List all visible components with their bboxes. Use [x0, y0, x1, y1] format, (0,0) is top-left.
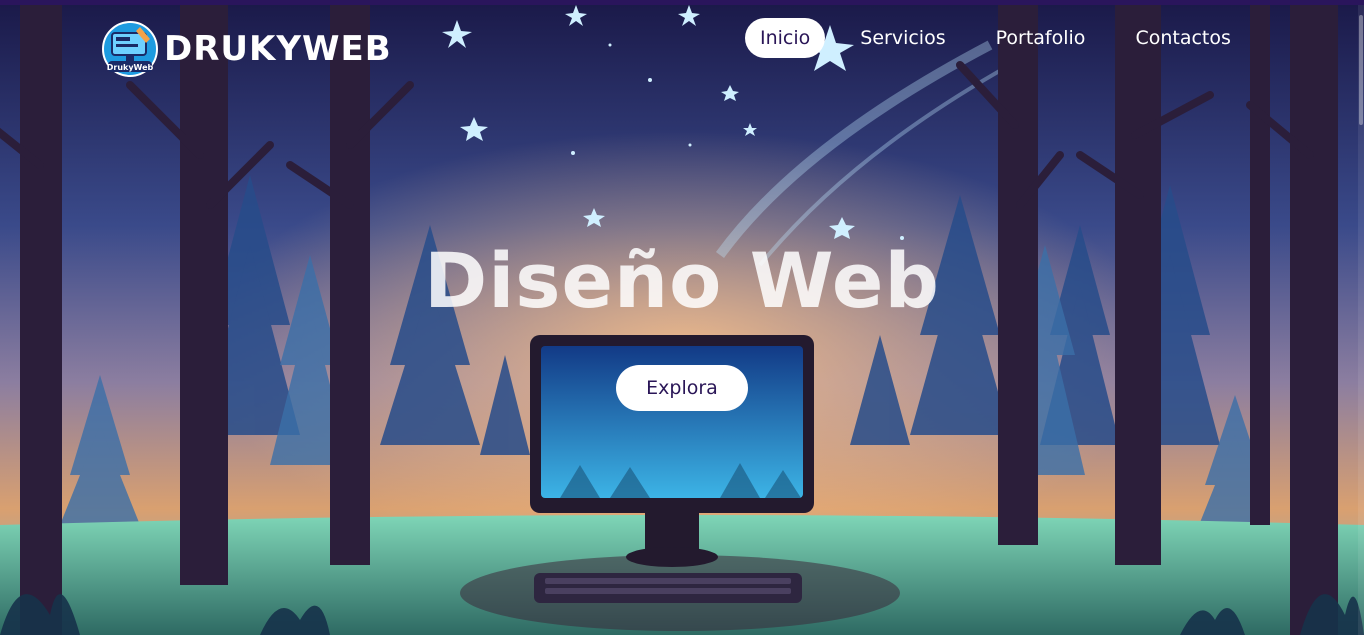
nav-item-contactos[interactable]: Contactos — [1120, 18, 1245, 58]
logo-text: DrukyWeb — [107, 63, 154, 72]
brand-name[interactable]: DRUKYWEB — [164, 29, 392, 69]
nav-item-inicio[interactable]: Inicio — [745, 18, 826, 58]
main-nav: Inicio Servicios Portafolio Contactos — [745, 18, 1246, 58]
drukyweb-logo-icon[interactable]: DrukyWeb — [100, 19, 160, 79]
nav-item-portafolio[interactable]: Portafolio — [981, 18, 1101, 58]
site-header: DrukyWeb DRUKYWEB Inicio Servicios Porta… — [0, 5, 1364, 77]
brand[interactable]: DrukyWeb DRUKYWEB — [100, 19, 392, 79]
hero-title: Diseño Web — [424, 236, 940, 325]
top-accent-bar — [0, 0, 1364, 5]
nav-item-servicios[interactable]: Servicios — [845, 18, 960, 58]
explora-button[interactable]: Explora — [616, 365, 748, 411]
